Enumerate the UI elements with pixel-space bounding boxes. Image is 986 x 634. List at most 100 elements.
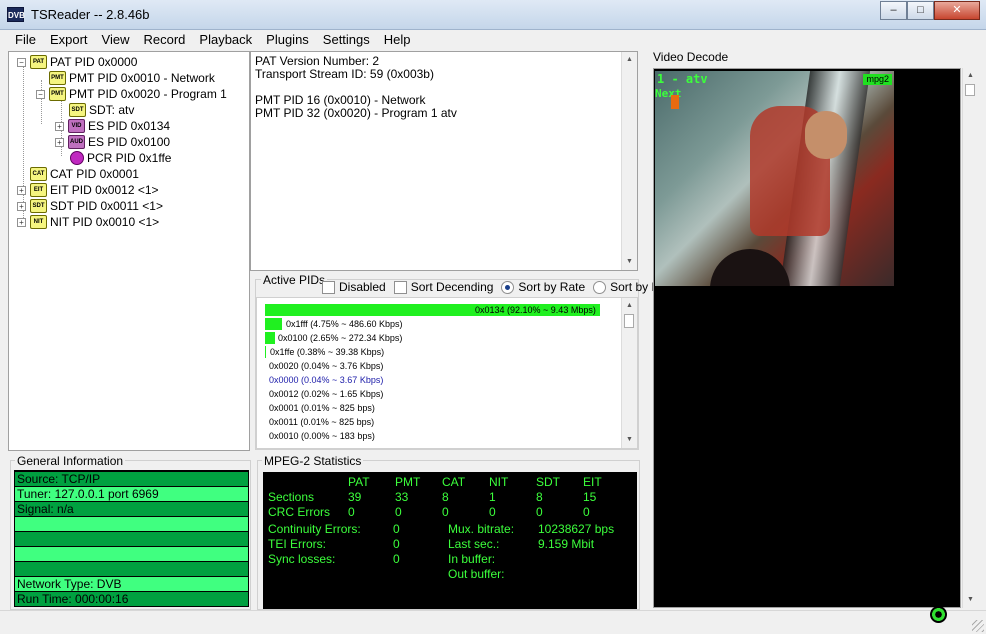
pid-rate-text: 0x0001 (0.01% ~ 825 bps) <box>269 403 375 413</box>
close-button[interactable]: ✕ <box>934 1 980 20</box>
tree-item-label: PCR PID 0x1ffe <box>87 151 172 165</box>
disabled-checkbox[interactable]: Disabled <box>322 280 386 294</box>
pid-rate-text: 0x0012 (0.02% ~ 1.65 Kbps) <box>269 389 384 399</box>
tree-item-pmt-network[interactable]: PMT PMT PID 0x0010 - Network <box>49 70 215 86</box>
info-panel[interactable]: PAT Version Number: 2 Transport Stream I… <box>250 51 638 271</box>
expand-icon[interactable]: + <box>17 201 26 211</box>
tree-item-nit[interactable]: + NIT NIT PID 0x0010 <1> <box>17 214 159 230</box>
menu-file[interactable]: File <box>8 30 43 50</box>
pat-icon: PAT <box>30 55 47 69</box>
scroll-up-icon[interactable]: ▲ <box>622 52 637 68</box>
title-bar[interactable]: DVB TSReader -- 2.8.46b – □ ✕ <box>0 0 986 30</box>
stats-col-nit: NIT <box>489 475 509 489</box>
resize-grip-icon[interactable] <box>972 620 984 632</box>
general-info-row: Source: TCP/IP <box>15 472 248 486</box>
tree-item-label: PMT PID 0x0010 - Network <box>69 71 215 85</box>
general-info-row: Run Time: 000:00:16 <box>15 592 248 606</box>
collapse-icon[interactable]: − <box>17 57 26 67</box>
tree-item-sdt-atv[interactable]: SDT SDT: atv <box>69 102 134 118</box>
scroll-down-icon[interactable]: ▼ <box>963 592 978 608</box>
pid-rate-text: 0x0011 (0.01% ~ 825 bps) <box>269 417 375 427</box>
out-buffer-label: Out buffer: <box>448 567 505 581</box>
crc-pmt: 0 <box>395 505 402 519</box>
general-info-row: Network Type: DVB <box>15 577 248 591</box>
in-buffer-label: In buffer: <box>448 552 496 566</box>
tree-item-pmt-program[interactable]: − PMT PMT PID 0x0020 - Program 1 <box>36 86 227 102</box>
continuity-label: Continuity Errors: <box>268 522 361 536</box>
info-scrollbar[interactable]: ▲ ▼ <box>621 52 637 270</box>
info-line: PMT PID 32 (0x0020) - Program 1 atv <box>255 106 457 120</box>
sort-by-rate-radio[interactable]: Sort by Rate <box>501 280 585 294</box>
pid-tree[interactable]: − PAT PAT PID 0x0000 PMT PMT PID 0x0010 … <box>8 51 250 451</box>
crc-pat: 0 <box>348 505 355 519</box>
menu-help[interactable]: Help <box>377 30 418 50</box>
scroll-up-icon[interactable]: ▲ <box>963 68 978 84</box>
stats-col-eit: EIT <box>583 475 602 489</box>
scroll-thumb[interactable] <box>965 84 975 96</box>
expand-icon[interactable]: + <box>55 121 64 131</box>
pids-scrollbar[interactable]: ▲ ▼ <box>621 298 637 448</box>
tree-item-pat[interactable]: − PAT PAT PID 0x0000 <box>17 54 137 70</box>
sections-eit: 15 <box>583 490 597 504</box>
tree-item-es-video[interactable]: + VID ES PID 0x0134 <box>55 118 170 134</box>
expand-icon[interactable]: + <box>55 137 64 147</box>
stats-col-cat: CAT <box>442 475 466 489</box>
osd-marker-icon <box>671 95 679 109</box>
checkbox-icon <box>322 280 335 294</box>
last-sec-value: 9.159 Mbit <box>538 537 595 551</box>
scroll-up-icon[interactable]: ▲ <box>622 298 637 314</box>
menu-record[interactable]: Record <box>136 30 192 50</box>
maximize-button[interactable]: □ <box>907 1 934 20</box>
menu-settings[interactable]: Settings <box>316 30 377 50</box>
last-sec-label: Last sec.: <box>448 537 500 551</box>
menu-plugins[interactable]: Plugins <box>259 30 316 50</box>
expand-icon[interactable]: + <box>17 185 26 195</box>
pid-rate-text: 0x0020 (0.04% ~ 3.76 Kbps) <box>269 361 384 371</box>
tree-item-label: ES PID 0x0134 <box>88 119 171 133</box>
pid-rate-text: 0x0100 (2.65% ~ 272.34 Kbps) <box>278 333 403 343</box>
tree-item-cat[interactable]: CAT CAT PID 0x0001 <box>30 166 139 182</box>
general-info-label: General Information <box>15 454 126 468</box>
scroll-thumb[interactable] <box>624 314 634 328</box>
sync-value: 0 <box>393 552 400 566</box>
collapse-icon[interactable]: − <box>36 89 45 99</box>
tree-item-sdt[interactable]: + SDT SDT PID 0x0011 <1> <box>17 198 163 214</box>
sort-descending-checkbox[interactable]: Sort Decending <box>393 280 493 294</box>
pid-rate-text: 0x0010 (0.00% ~ 183 bps) <box>269 431 375 441</box>
pmt-icon: PMT <box>49 71 66 85</box>
video-stream-icon: VID <box>68 119 85 133</box>
window-title: TSReader -- 2.8.46b <box>31 7 150 22</box>
tree-item-label: PAT PID 0x0000 <box>50 55 138 69</box>
menu-playback[interactable]: Playback <box>192 30 259 50</box>
minimize-button[interactable]: – <box>880 1 907 20</box>
osd-codec-badge: mpg2 <box>863 74 892 85</box>
crc-label: CRC Errors <box>268 505 330 519</box>
expand-icon[interactable]: + <box>17 217 26 227</box>
menu-view[interactable]: View <box>95 30 137 50</box>
sections-cat: 8 <box>442 490 449 504</box>
menu-export[interactable]: Export <box>43 30 95 50</box>
video-decode-pane[interactable]: 1 - atv Next mpg2 <box>653 68 961 608</box>
active-pids-list[interactable]: 0x0134 (92.10% ~ 9.43 Mbps) 0x1fff (4.75… <box>256 297 638 449</box>
tree-item-label: CAT PID 0x0001 <box>50 167 139 181</box>
radio-selected-icon <box>501 280 515 294</box>
tree-item-label: SDT: atv <box>89 103 135 117</box>
active-pids-label: Active PIDs <box>261 273 328 287</box>
video-scrollbar[interactable]: ▲ ▼ <box>962 68 978 608</box>
stats-col-pat: PAT <box>348 475 370 489</box>
general-info-panel: Source: TCP/IP Tuner: 127.0.0.1 port 696… <box>14 470 249 607</box>
tree-item-pcr[interactable]: PCR PID 0x1ffe <box>70 150 171 166</box>
info-line: Transport Stream ID: 59 (0x003b) <box>255 67 434 81</box>
pcr-icon <box>70 151 84 165</box>
tree-item-es-audio[interactable]: + AUD ES PID 0x0100 <box>55 134 170 150</box>
scroll-down-icon[interactable]: ▼ <box>622 432 637 448</box>
pid-rate-bar <box>265 332 275 344</box>
scroll-down-icon[interactable]: ▼ <box>622 254 637 270</box>
tree-item-label: PMT PID 0x0020 - Program 1 <box>69 87 227 101</box>
tree-item-label: ES PID 0x0100 <box>88 135 171 149</box>
tree-item-eit[interactable]: + EIT EIT PID 0x0012 <1> <box>17 182 159 198</box>
general-info-row <box>15 547 248 561</box>
stats-col-sdt: SDT <box>536 475 560 489</box>
sections-pat: 39 <box>348 490 362 504</box>
video-frame: 1 - atv Next mpg2 <box>655 71 894 286</box>
